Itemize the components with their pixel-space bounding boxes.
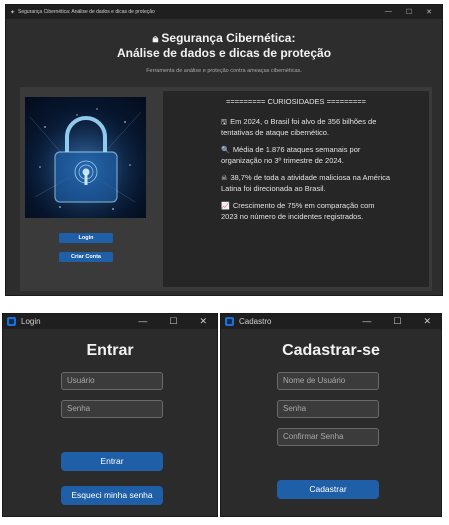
header-title-line2: Análise de dados e dicas de proteção	[116, 46, 332, 60]
login-window: Login — ☐ ✕ Entrar Usuário Senha Entrar …	[2, 313, 218, 517]
forgot-password-button[interactable]: Esqueci minha senha	[61, 486, 163, 505]
floppy-icon: 🖫	[221, 119, 227, 126]
header-title-line1: Segurança Cibernética:	[161, 31, 296, 45]
signup-titlebar: Cadastro — ☐ ✕	[221, 314, 441, 329]
confirm-password-input[interactable]: Confirmar Senha	[277, 428, 379, 446]
maximize-icon[interactable]: ☐	[393, 316, 401, 327]
curiosities-heading: ========= CURIOSIDADES =========	[225, 97, 367, 106]
signup-username-input[interactable]: Nome de Usuário	[277, 372, 379, 390]
fact-item: 📈 Crescimento de 75% em comparação com 2…	[221, 201, 375, 221]
login-button[interactable]: Login	[59, 233, 113, 243]
lock-icon: 🔒︎	[152, 33, 159, 45]
header-subtitle: Ferramenta de análise e proteção contra …	[146, 68, 302, 74]
magnifier-icon: 🔍	[221, 147, 230, 154]
padlock-image	[25, 97, 146, 218]
main-titlebar: ✦ Segurança Cibernética: Análise de dado…	[6, 5, 442, 19]
maximize-icon[interactable]: ☐	[406, 8, 412, 16]
signup-window-title: Cadastro	[239, 317, 272, 326]
signup-password-input[interactable]: Senha	[277, 400, 379, 418]
main-window-title: Segurança Cibernética: Análise de dados …	[18, 9, 155, 15]
minimize-icon[interactable]: —	[362, 316, 371, 327]
signup-window: Cadastro — ☐ ✕ Cadastrar-se Nome de Usuá…	[220, 313, 442, 517]
minimize-icon[interactable]: —	[385, 8, 392, 16]
fact-item: ☠ 38,7% de toda a atividade maliciosa na…	[221, 173, 391, 193]
fact-item: 🖫 Em 2024, o Brasil foi alvo de 356 bilh…	[221, 117, 377, 137]
app-logo-icon	[225, 317, 234, 326]
app-logo-icon	[7, 317, 16, 326]
warning-icon: ☠	[221, 175, 228, 182]
app-feather-icon: ✦	[10, 9, 16, 16]
enter-button[interactable]: Entrar	[61, 452, 163, 471]
close-icon[interactable]: ✕	[199, 316, 207, 327]
main-window: ✦ Segurança Cibernética: Análise de dado…	[5, 4, 443, 296]
fact-item: 🔍 Média de 1.876 ataques semanais por or…	[221, 145, 361, 165]
facts-list: 🖫 Em 2024, o Brasil foi alvo de 356 bilh…	[221, 117, 391, 229]
chart-icon: 📈	[221, 203, 230, 210]
create-account-button[interactable]: Criar Conta	[59, 252, 113, 262]
username-input[interactable]: Usuário	[61, 372, 163, 390]
minimize-icon[interactable]: —	[138, 316, 147, 327]
login-heading: Entrar	[86, 342, 134, 359]
password-input[interactable]: Senha	[61, 400, 163, 418]
signup-heading: Cadastrar-se	[282, 342, 380, 359]
login-titlebar: Login — ☐ ✕	[3, 314, 217, 329]
main-header: 🔒︎ Segurança Cibernética: Análise de dado…	[6, 19, 442, 74]
close-icon[interactable]: ✕	[426, 8, 432, 16]
login-window-title: Login	[21, 317, 41, 326]
register-button[interactable]: Cadastrar	[277, 480, 379, 499]
curiosities-panel: ========= CURIOSIDADES ========= 🖫 Em 20…	[163, 91, 429, 287]
close-icon[interactable]: ✕	[423, 316, 431, 327]
maximize-icon[interactable]: ☐	[169, 316, 177, 327]
content-area: Login Criar Conta ========= CURIOSIDADES…	[20, 87, 432, 291]
